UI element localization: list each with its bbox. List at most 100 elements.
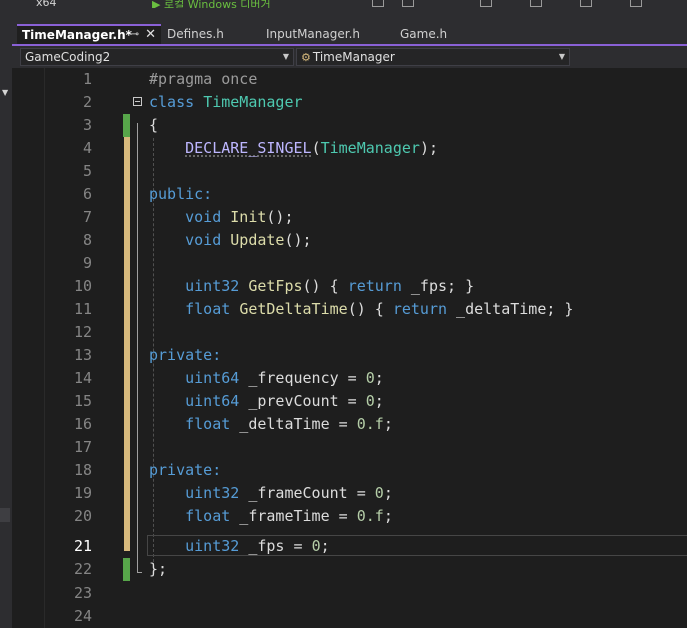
unsaved-change-marker xyxy=(124,528,130,551)
toolbar-icon[interactable] xyxy=(372,0,384,7)
line-number: 13 xyxy=(73,346,92,364)
code-text: private: xyxy=(149,346,222,364)
code-text: float GetDeltaTime() { return _deltaTime… xyxy=(185,300,574,318)
code-text: void Update(); xyxy=(185,231,312,249)
collapse-icon[interactable] xyxy=(133,97,142,106)
line-number: 6 xyxy=(82,185,92,203)
unsaved-change-marker xyxy=(124,459,130,482)
code-line: 6 public: xyxy=(12,183,687,206)
unsaved-change-marker xyxy=(124,275,130,298)
unsaved-change-marker xyxy=(124,344,130,367)
code-line: 5 xyxy=(12,160,687,183)
tab-label: InputManager.h xyxy=(266,27,360,41)
code-text: uint32 _fps = 0; xyxy=(185,537,330,555)
unsaved-change-marker xyxy=(124,229,130,252)
line-number: 21 xyxy=(73,537,92,555)
code-line: 17 xyxy=(12,436,687,459)
chevron-down-icon: ▼ xyxy=(282,52,289,61)
chevron-down-icon: ▼ xyxy=(558,52,565,61)
unsaved-change-marker xyxy=(124,436,130,459)
project-dropdown[interactable]: GameCoding2 ▼ xyxy=(20,48,294,66)
scope-name: TimeManager xyxy=(312,50,395,64)
unsaved-change-marker xyxy=(124,390,130,413)
tab-label: Defines.h xyxy=(167,27,224,41)
line-number: 15 xyxy=(73,392,92,410)
unsaved-change-marker xyxy=(124,321,130,344)
unsaved-change-marker xyxy=(124,160,130,183)
code-line: 10 uint32 GetFps() { return _fps; } xyxy=(12,275,687,298)
code-text: uint32 GetFps() { return _fps; } xyxy=(185,277,475,295)
close-icon[interactable]: ✕ xyxy=(145,26,156,44)
code-text: { xyxy=(149,116,159,134)
toolbar: x64 ▶ 로컬 Windows 디버거 xyxy=(0,0,687,8)
code-text: uint64 _prevCount = 0; xyxy=(185,392,384,410)
code-line: 20 float _frameTime = 0.f; xyxy=(12,505,687,528)
unsaved-change-marker xyxy=(124,298,130,321)
document-tab-bar: TimeManager.h* ⊸ ✕ Defines.h InputManage… xyxy=(12,8,687,44)
tab-defines-h[interactable]: Defines.h xyxy=(162,24,258,44)
code-text: void Init(); xyxy=(185,208,294,226)
unsaved-change-marker xyxy=(124,137,130,160)
unsaved-change-marker xyxy=(124,206,130,229)
line-number: 23 xyxy=(73,584,92,602)
tab-timemanager-h[interactable]: TimeManager.h* ⊸ ✕ xyxy=(17,24,161,44)
code-text: #pragma once xyxy=(149,70,258,88)
line-number: 12 xyxy=(73,323,92,341)
code-line: 3 { xyxy=(12,114,687,137)
line-number: 20 xyxy=(73,507,92,525)
tab-game-h[interactable]: Game.h xyxy=(395,24,485,44)
code-line: 1 #pragma once xyxy=(12,68,687,91)
class-icon: ⚙ xyxy=(301,51,311,64)
unsaved-change-marker xyxy=(124,482,130,505)
line-number: 8 xyxy=(82,231,92,249)
line-number: 9 xyxy=(82,254,92,272)
toolbar-icon[interactable] xyxy=(530,0,542,7)
toolbar-icon[interactable] xyxy=(402,0,414,7)
start-debugging-button[interactable]: ▶ 로컬 Windows 디버거 xyxy=(152,0,271,8)
line-number: 19 xyxy=(73,484,92,502)
code-line: 4 DECLARE_SINGEL(TimeManager); xyxy=(12,137,687,160)
line-number: 24 xyxy=(73,607,92,625)
code-text: float _frameTime = 0.f; xyxy=(185,507,393,525)
dropdown-arrow-icon[interactable]: ▼ xyxy=(2,88,8,97)
unsaved-change-marker xyxy=(124,367,130,390)
scope-dropdown[interactable]: ⚙ TimeManager ▼ xyxy=(296,48,570,66)
line-number: 3 xyxy=(82,116,92,134)
code-line: 22 }; xyxy=(12,558,687,581)
code-line: 23 xyxy=(12,582,687,605)
code-editor[interactable]: 1 #pragma once 2 class TimeManager 3 { 4… xyxy=(12,68,687,628)
side-panel-marker xyxy=(0,508,10,522)
code-text: }; xyxy=(149,560,168,578)
bookmark-icon[interactable] xyxy=(630,0,642,7)
code-line: 14 uint64 _frequency = 0; xyxy=(12,367,687,390)
unsaved-change-marker xyxy=(124,252,130,275)
line-number: 14 xyxy=(73,369,92,387)
code-line: 18 private: xyxy=(12,459,687,482)
line-number: 4 xyxy=(82,139,92,157)
saved-change-marker xyxy=(123,558,130,581)
line-number: 10 xyxy=(73,277,92,295)
line-number: 11 xyxy=(73,300,92,318)
tab-label: Game.h xyxy=(400,27,448,41)
line-number: 22 xyxy=(73,560,92,578)
unsaved-change-marker xyxy=(124,413,130,436)
toolbar-icon[interactable] xyxy=(480,0,492,7)
platform-select[interactable]: x64 xyxy=(36,0,57,8)
tab-inputmanager-h[interactable]: InputManager.h xyxy=(261,24,393,44)
code-line: 2 class TimeManager xyxy=(12,91,687,114)
code-text: public: xyxy=(149,185,213,203)
code-line: 7 void Init(); xyxy=(12,206,687,229)
project-name: GameCoding2 xyxy=(25,50,111,64)
code-line: 9 xyxy=(12,252,687,275)
code-line: 11 float GetDeltaTime() { return _deltaT… xyxy=(12,298,687,321)
line-number: 1 xyxy=(82,70,92,88)
line-number: 17 xyxy=(73,438,92,456)
bookmark-icon[interactable] xyxy=(580,0,592,7)
pin-icon[interactable]: ⊸ xyxy=(131,26,139,44)
code-line: 13 private: xyxy=(12,344,687,367)
code-text: float _deltaTime = 0.f; xyxy=(185,415,393,433)
code-text: uint64 _frequency = 0; xyxy=(185,369,384,387)
tab-label: TimeManager.h* xyxy=(22,28,132,42)
navigation-bar: GameCoding2 ▼ ⚙ TimeManager ▼ xyxy=(12,46,687,68)
line-number: 2 xyxy=(82,93,92,111)
